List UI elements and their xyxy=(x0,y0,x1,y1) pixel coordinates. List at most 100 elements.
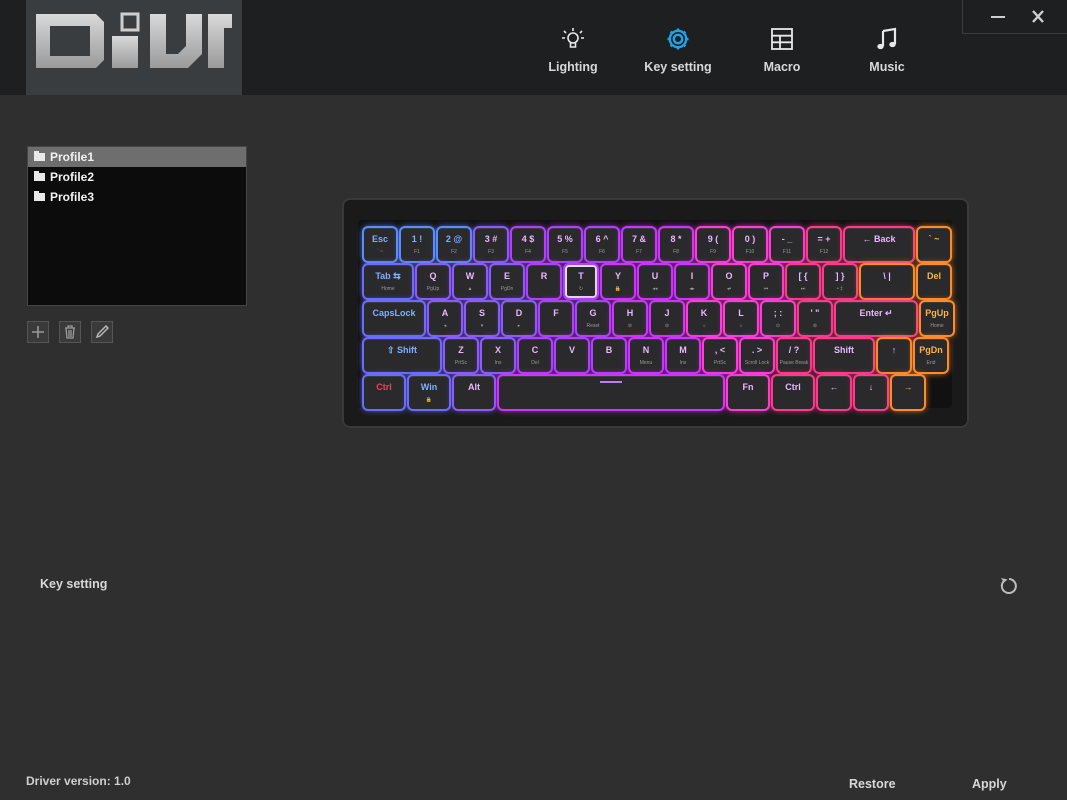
pencil-icon xyxy=(95,325,109,339)
reset-icon xyxy=(1000,578,1017,594)
rename-profile-button[interactable] xyxy=(91,321,113,343)
key-sublabel: ` ~ xyxy=(377,249,383,255)
keyboard-key[interactable]: Win 🔒 xyxy=(409,376,449,409)
keyboard-key[interactable]: B xyxy=(593,339,625,372)
keyboard-key[interactable]: D ▸ xyxy=(503,302,535,335)
keyboard-key[interactable]: Q PgUp xyxy=(417,265,449,298)
keyboard-key[interactable]: J ⊘ xyxy=(651,302,683,335)
keyboard-key[interactable]: ` ~ xyxy=(918,228,950,261)
keyboard-key[interactable]: ↓ xyxy=(855,376,887,409)
add-profile-button[interactable] xyxy=(27,321,49,343)
keyboard-key[interactable]: Y 🔒 xyxy=(602,265,634,298)
keyboard-key[interactable]: W ▲ xyxy=(454,265,486,298)
minimize-button[interactable] xyxy=(983,6,1013,28)
keyboard-key[interactable]: → xyxy=(892,376,924,409)
key-label: 6 ^ xyxy=(595,234,609,244)
keyboard-key[interactable]: O ◂• xyxy=(713,265,745,298)
keyboard-key[interactable]: Z PrtSc xyxy=(445,339,477,372)
nav-macro[interactable]: Macro xyxy=(737,26,827,74)
keyboard-key[interactable]: M Ins xyxy=(667,339,699,372)
keyboard-key[interactable]: 7 & F7 xyxy=(623,228,655,261)
music-note-icon xyxy=(877,27,897,50)
keyboard-key[interactable]: 3 # F3 xyxy=(475,228,507,261)
nav-macro-label: Macro xyxy=(763,60,801,74)
keyboard-key[interactable]: \ | xyxy=(861,265,913,298)
keyboard-key[interactable]: S ▾ xyxy=(466,302,498,335)
profile-item[interactable]: Profile1 xyxy=(28,147,246,167)
keyboard-key[interactable]: I ◂▸ xyxy=(676,265,708,298)
keyboard-key[interactable]: ↑ xyxy=(878,339,910,372)
keyboard-key[interactable]: / ? Pause Break xyxy=(778,339,810,372)
keyboard-key[interactable]: ← xyxy=(818,376,850,409)
keyboard-key[interactable]: Alt xyxy=(454,376,494,409)
profile-item[interactable]: Profile3 xyxy=(28,187,246,207)
keyboard-key[interactable]: Esc ` ~ xyxy=(364,228,396,261)
keyboard-key[interactable]: [ {⏭ xyxy=(787,265,819,298)
key-label: C xyxy=(531,345,539,355)
keyboard-key[interactable]: V xyxy=(556,339,588,372)
keyboard-key[interactable]: = + F12 xyxy=(808,228,840,261)
keyboard-key[interactable]: 1 ! F1 xyxy=(401,228,433,261)
keyboard-key[interactable]: Ctrl xyxy=(364,376,404,409)
key-label: PgUp xyxy=(925,308,949,318)
keyboard-key[interactable]: - _ F11 xyxy=(771,228,803,261)
keyboard-key[interactable]: Enter ↵ xyxy=(836,302,916,335)
key-label: 3 # xyxy=(484,234,498,244)
key-label: CapsLock xyxy=(372,308,416,318)
keyboard-key[interactable]: P ⏮ xyxy=(750,265,782,298)
keyboard-key[interactable]: C Del xyxy=(519,339,551,372)
keyboard-key[interactable]: T ↻ xyxy=(565,265,597,298)
key-sublabel: End xyxy=(926,360,936,366)
keyboard-key[interactable]: X Ins xyxy=(482,339,514,372)
keyboard-key[interactable]: 6 ^ F6 xyxy=(586,228,618,261)
keyboard-key[interactable]: U ◂◂ xyxy=(639,265,671,298)
keyboard-key[interactable]: , < PrtSc xyxy=(704,339,736,372)
keyboard-key[interactable]: G Reset xyxy=(577,302,609,335)
keyboard-key[interactable]: CapsLock xyxy=(364,302,424,335)
restore-button[interactable]: Restore xyxy=(849,777,896,791)
keyboard-key[interactable]: H ⊘ xyxy=(614,302,646,335)
keyboard-key[interactable]: L ☼ xyxy=(725,302,757,335)
keyboard-key[interactable]: ← Back xyxy=(845,228,913,261)
keyboard-key[interactable]: Ctrl xyxy=(773,376,813,409)
keyboard-key[interactable]: PgDn End xyxy=(915,339,947,372)
keyboard-key[interactable]: A ◂ xyxy=(429,302,461,335)
keyboard-key[interactable]: K ☼ xyxy=(688,302,720,335)
keyboard-key[interactable]: . > Scroll Lock xyxy=(741,339,773,372)
keyboard-key[interactable]: N Menu xyxy=(630,339,662,372)
keyboard-key[interactable] xyxy=(499,376,723,409)
keyboard-key[interactable]: Fn xyxy=(728,376,768,409)
keyboard-key[interactable]: E PgDn xyxy=(491,265,523,298)
key-label: PgDn xyxy=(919,345,943,355)
apply-button[interactable]: Apply xyxy=(972,777,1007,791)
key-label: 7 & xyxy=(631,234,646,244)
nav-music[interactable]: Music xyxy=(842,26,932,74)
keyboard-key[interactable]: R xyxy=(528,265,560,298)
delete-profile-button[interactable] xyxy=(59,321,81,343)
keyboard-key[interactable]: 9 (F9 xyxy=(697,228,729,261)
keyboard-key[interactable]: Del xyxy=(918,265,950,298)
keyboard-key[interactable]: 0 ) F10 xyxy=(734,228,766,261)
keyboard-key[interactable]: 4 $ F4 xyxy=(512,228,544,261)
key-sublabel: Ins xyxy=(494,360,502,366)
keyboard-key[interactable]: Shift xyxy=(815,339,873,372)
keyboard-key[interactable]: ⇧ Shift xyxy=(364,339,440,372)
keyboard-key[interactable]: PgUp Home xyxy=(921,302,953,335)
close-button[interactable] xyxy=(1023,6,1053,28)
nav-key-setting[interactable]: Key setting xyxy=(633,26,723,74)
keyboard-key[interactable]: ' " ⊚ xyxy=(799,302,831,335)
reset-button[interactable] xyxy=(998,575,1020,597)
nav-lighting[interactable]: Lighting xyxy=(528,26,618,74)
key-label: Enter ↵ xyxy=(859,308,893,318)
profile-item[interactable]: Profile2 xyxy=(28,167,246,187)
keyboard-key[interactable]: 5 % F5 xyxy=(549,228,581,261)
keyboard-key[interactable]: 2 @ F2 xyxy=(438,228,470,261)
keyboard-key[interactable]: F xyxy=(540,302,572,335)
key-label: ` ~ xyxy=(928,234,940,244)
key-label: 0 ) xyxy=(744,234,756,244)
keyboard-key[interactable]: Tab ⇆ Home xyxy=(364,265,412,298)
keyboard-key[interactable]: 8 * F8 xyxy=(660,228,692,261)
keyboard-key[interactable]: ; : ⊙ xyxy=(762,302,794,335)
spacebar-indicator xyxy=(600,381,622,383)
keyboard-key[interactable]: ] } • ‡ xyxy=(824,265,856,298)
